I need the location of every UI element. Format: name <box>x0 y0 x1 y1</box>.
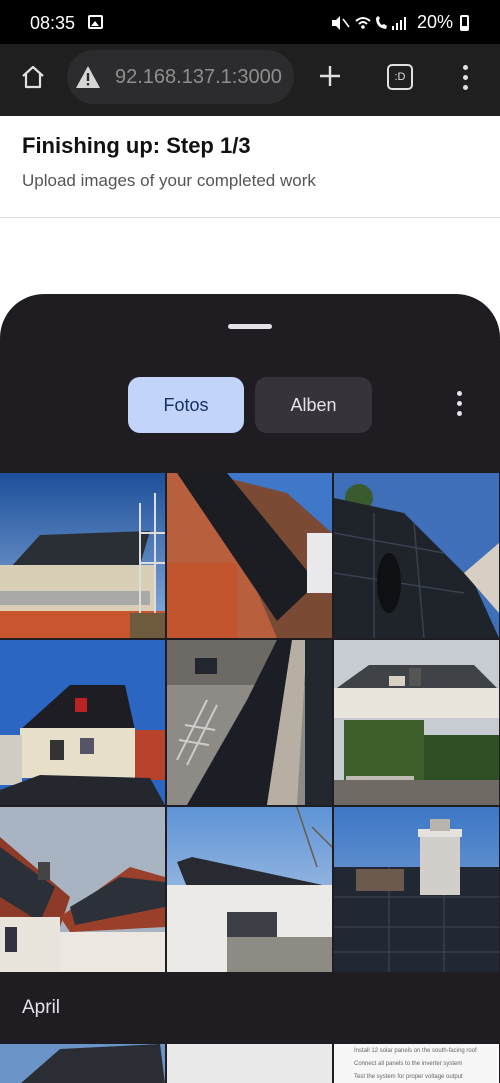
image-notification-icon <box>88 15 103 29</box>
page-subtitle: Upload images of your completed work <box>22 171 316 190</box>
photo-picker-sheet: Fotos Alben April Install 12 solar panel… <box>0 294 500 1083</box>
photo-white-house[interactable] <box>0 640 165 805</box>
photo-roof-closeup[interactable] <box>167 473 332 638</box>
url-text[interactable]: 92.168.137.1:3000 <box>115 66 282 89</box>
more-options-icon[interactable] <box>451 391 469 419</box>
browser-toolbar: 92.168.137.1:3000 :D <box>0 44 500 116</box>
tab-alben[interactable]: Alben <box>255 377 372 433</box>
photo-house-dormer[interactable] <box>334 640 499 805</box>
photo-april-2[interactable] <box>167 1044 332 1083</box>
status-bar: 08:35 20% <box>0 0 500 44</box>
page-title: Finishing up: Step 1/3 <box>22 133 251 158</box>
warning-icon[interactable] <box>75 65 101 89</box>
photo-house-scaffolding[interactable] <box>0 473 165 638</box>
home-icon[interactable] <box>20 64 46 90</box>
photo-april-notes[interactable]: Install 12 solar panels on the south-fac… <box>334 1044 499 1083</box>
new-tab-icon[interactable] <box>318 64 342 88</box>
signal-icons <box>330 14 410 35</box>
divider <box>0 217 500 218</box>
month-section-label: April <box>22 997 61 1018</box>
address-bar[interactable]: 92.168.137.1:3000 <box>67 50 294 104</box>
mute-wifi-call-signal-icon <box>332 16 406 30</box>
tab-fotos[interactable]: Fotos <box>128 377 244 433</box>
battery-icon <box>460 15 469 31</box>
photo-red-tile-roof[interactable] <box>0 807 165 972</box>
status-time: 08:35 <box>30 13 76 33</box>
battery-level: 20% <box>417 12 454 32</box>
photo-april-1[interactable] <box>0 1044 165 1083</box>
tab-switcher-button[interactable]: :D <box>387 64 413 90</box>
photo-roof-ladder[interactable] <box>167 640 332 805</box>
browser-menu-icon[interactable] <box>457 65 475 91</box>
photo-panels-shadow[interactable] <box>334 473 499 638</box>
note-line: Install 12 solar panels on the south-fac… <box>354 1048 477 1054</box>
note-line: Connect all panels to the inverter syste… <box>354 1061 463 1067</box>
photo-apartment-roof[interactable] <box>167 807 332 972</box>
next-photo-row: Install 12 solar panels on the south-fac… <box>0 1044 500 1083</box>
note-line: Test the system for proper voltage outpu… <box>354 1074 463 1080</box>
photo-chimney-panels[interactable] <box>334 807 499 972</box>
drag-handle[interactable] <box>228 324 272 329</box>
